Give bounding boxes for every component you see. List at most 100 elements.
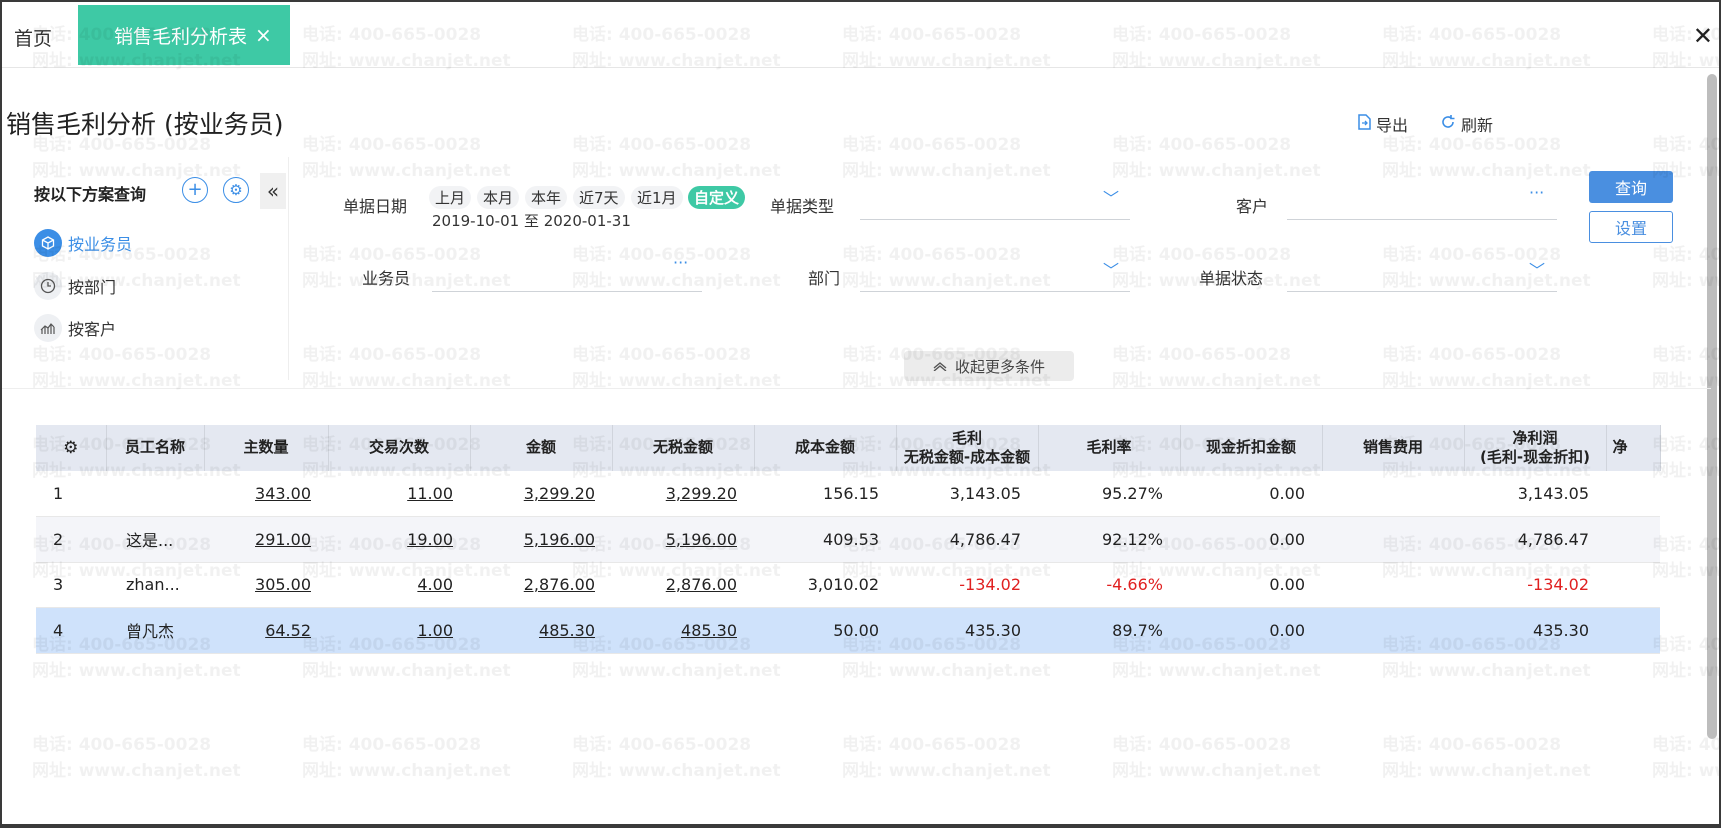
column-header[interactable]: 交易次数 xyxy=(328,425,471,471)
chevron-down-icon[interactable]: ﹀ xyxy=(1103,185,1119,209)
collapse-more-conditions[interactable]: 收起更多条件 xyxy=(904,351,1074,381)
export-label: 导出 xyxy=(1376,116,1409,135)
qty-link[interactable]: 64.52 xyxy=(265,621,311,640)
scheme-settings-icon[interactable]: ⚙ xyxy=(223,177,249,203)
date-range-value[interactable]: 2019-10-01 至 2020-01-31 xyxy=(432,210,631,231)
customer-field[interactable] xyxy=(1287,219,1557,220)
fee-cell xyxy=(1322,516,1464,563)
watermark-site: 网址: www.chanjet.net xyxy=(302,761,511,781)
employee-name: zhan... xyxy=(106,562,204,608)
scheme-by-salesperson[interactable]: 按业务员 xyxy=(34,229,132,257)
qty-link[interactable]: 291.00 xyxy=(255,530,311,549)
tab-close-icon[interactable]: × xyxy=(255,23,272,47)
table-row-selected[interactable]: 4 曾凡杰 64.52 1.00 485.30 485.30 50.00 435… xyxy=(36,607,1660,654)
amount-link[interactable]: 485.30 xyxy=(539,621,595,640)
chip-this-month[interactable]: 本月 xyxy=(477,186,520,209)
tab-gross-profit-report[interactable]: 销售毛利分析表 × xyxy=(78,5,290,65)
column-header[interactable]: 无税金额 xyxy=(612,425,755,471)
salesperson-picker-icon[interactable]: ··· xyxy=(673,253,688,272)
qty-link[interactable]: 305.00 xyxy=(255,575,311,594)
watermark-site: 网址: www.chanjet.net xyxy=(302,661,511,681)
column-header[interactable]: 员工名称 xyxy=(106,425,205,471)
data-table: ⚙ 员工名称 主数量 交易次数 金额 无税金额 成本金额 毛利 无税金额-成本金… xyxy=(36,425,1661,654)
tab-label: 销售毛利分析表 xyxy=(114,25,248,48)
watermark-site: 网址: www.chanjet.net xyxy=(1652,761,1719,781)
watermark-site: 网址: www.chanjet.net xyxy=(572,761,781,781)
chip-last-7-days[interactable]: 近7天 xyxy=(573,186,625,209)
notax-link[interactable]: 5,196.00 xyxy=(666,530,737,549)
add-scheme-icon[interactable]: + xyxy=(182,177,208,203)
table-row[interactable]: 3 zhan... 305.00 4.00 2,876.00 2,876.00 … xyxy=(36,562,1660,608)
notax-link[interactable]: 3,299.20 xyxy=(666,484,737,503)
watermark-phone: 电话: 400-665-0028 xyxy=(1112,735,1292,755)
count-link[interactable]: 11.00 xyxy=(407,484,453,503)
table-row[interactable]: 1 343.00 11.00 3,299.20 3,299.20 156.15 … xyxy=(36,471,1660,517)
chip-this-year[interactable]: 本年 xyxy=(525,186,568,209)
column-header[interactable]: 主数量 xyxy=(204,425,329,471)
amount-link[interactable]: 2,876.00 xyxy=(524,575,595,594)
column-header[interactable]: 毛利率 xyxy=(1038,425,1181,471)
watermark-site: 网址: www.chanjet.net xyxy=(842,661,1051,681)
column-header[interactable]: 成本金额 xyxy=(754,425,897,471)
column-header[interactable]: 现金折扣金额 xyxy=(1180,425,1323,471)
row-index: 2 xyxy=(36,516,106,563)
column-settings-icon[interactable]: ⚙ xyxy=(36,425,107,471)
refresh-button[interactable]: 刷新 xyxy=(1440,112,1493,136)
employee-name: 曾凡杰 xyxy=(106,607,204,654)
table-row[interactable]: 2 这是... 291.00 19.00 5,196.00 5,196.00 4… xyxy=(36,516,1660,563)
department-select[interactable] xyxy=(860,291,1130,292)
watermark-phone: 电话: 400-665-0028 xyxy=(572,135,752,155)
salesperson-field[interactable] xyxy=(432,291,702,292)
table-header-row: ⚙ 员工名称 主数量 交易次数 金额 无税金额 成本金额 毛利 无税金额-成本金… xyxy=(36,425,1661,471)
collapse-sidebar-icon[interactable]: « xyxy=(260,173,286,209)
rate-cell: 92.12% xyxy=(1038,516,1180,563)
watermark-phone: 电话: 400-665-0028 xyxy=(32,735,212,755)
fee-cell xyxy=(1322,471,1464,517)
customer-picker-icon[interactable]: ··· xyxy=(1529,183,1544,202)
column-header[interactable]: 毛利 无税金额-成本金额 xyxy=(896,425,1039,471)
scheme-by-department[interactable]: 按部门 xyxy=(34,272,116,300)
chevron-down-icon[interactable]: ﹀ xyxy=(1103,257,1119,281)
row-index: 1 xyxy=(36,471,106,517)
fee-cell xyxy=(1322,562,1464,608)
tab-bar: 首页 销售毛利分析表 × ✕ xyxy=(2,2,1719,68)
scheme-title: 按以下方案查询 xyxy=(34,185,147,204)
tab-home[interactable]: 首页 xyxy=(14,24,52,51)
notax-link[interactable]: 485.30 xyxy=(681,621,737,640)
query-panel: 按以下方案查询 + ⚙ « 按业务员 按部门 按客户 单据日期 上月 本月 本年… xyxy=(2,157,1711,389)
collapse-more-label: 收起更多条件 xyxy=(954,357,1045,376)
chip-last-month[interactable]: 上月 xyxy=(429,186,472,209)
export-button[interactable]: 导出 xyxy=(1357,112,1408,136)
refresh-label: 刷新 xyxy=(1461,116,1494,135)
scheme-label: 按业务员 xyxy=(68,235,133,254)
column-header[interactable]: 销售费用 xyxy=(1322,425,1465,471)
setting-button[interactable]: 设置 xyxy=(1589,211,1673,243)
gross-cell: 435.30 xyxy=(896,607,1038,654)
scheme-sidebar: 按以下方案查询 + ⚙ « 按业务员 按部门 按客户 xyxy=(2,157,289,380)
column-header[interactable]: 净利润 (毛利-现金折扣) xyxy=(1464,425,1607,471)
amount-link[interactable]: 5,196.00 xyxy=(524,530,595,549)
notax-link[interactable]: 2,876.00 xyxy=(666,575,737,594)
column-header[interactable]: 净 xyxy=(1606,425,1661,471)
customer-label: 客户 xyxy=(1236,197,1269,216)
doc-type-select[interactable] xyxy=(860,219,1130,220)
count-link[interactable]: 19.00 xyxy=(407,530,453,549)
chevron-down-icon[interactable]: ﹀ xyxy=(1529,257,1545,281)
qty-link[interactable]: 343.00 xyxy=(255,484,311,503)
column-header[interactable]: 金额 xyxy=(470,425,613,471)
window-close-icon[interactable]: ✕ xyxy=(1693,22,1713,50)
rate-cell: 89.7% xyxy=(1038,607,1180,654)
count-link[interactable]: 4.00 xyxy=(417,575,453,594)
count-link[interactable]: 1.00 xyxy=(417,621,453,640)
query-button[interactable]: 查询 xyxy=(1589,171,1673,203)
net-cell: 3,143.05 xyxy=(1464,471,1606,517)
watermark-site: 网址: www.chanjet.net xyxy=(1112,761,1321,781)
cost-cell: 156.15 xyxy=(754,471,896,517)
fee-cell xyxy=(1322,607,1464,654)
amount-link[interactable]: 3,299.20 xyxy=(524,484,595,503)
chip-last-1-month[interactable]: 近1月 xyxy=(631,186,683,209)
chip-custom[interactable]: 自定义 xyxy=(688,186,746,209)
scheme-by-customer[interactable]: 按客户 xyxy=(34,314,116,342)
status-select[interactable] xyxy=(1287,291,1557,292)
employee-name xyxy=(106,471,204,517)
